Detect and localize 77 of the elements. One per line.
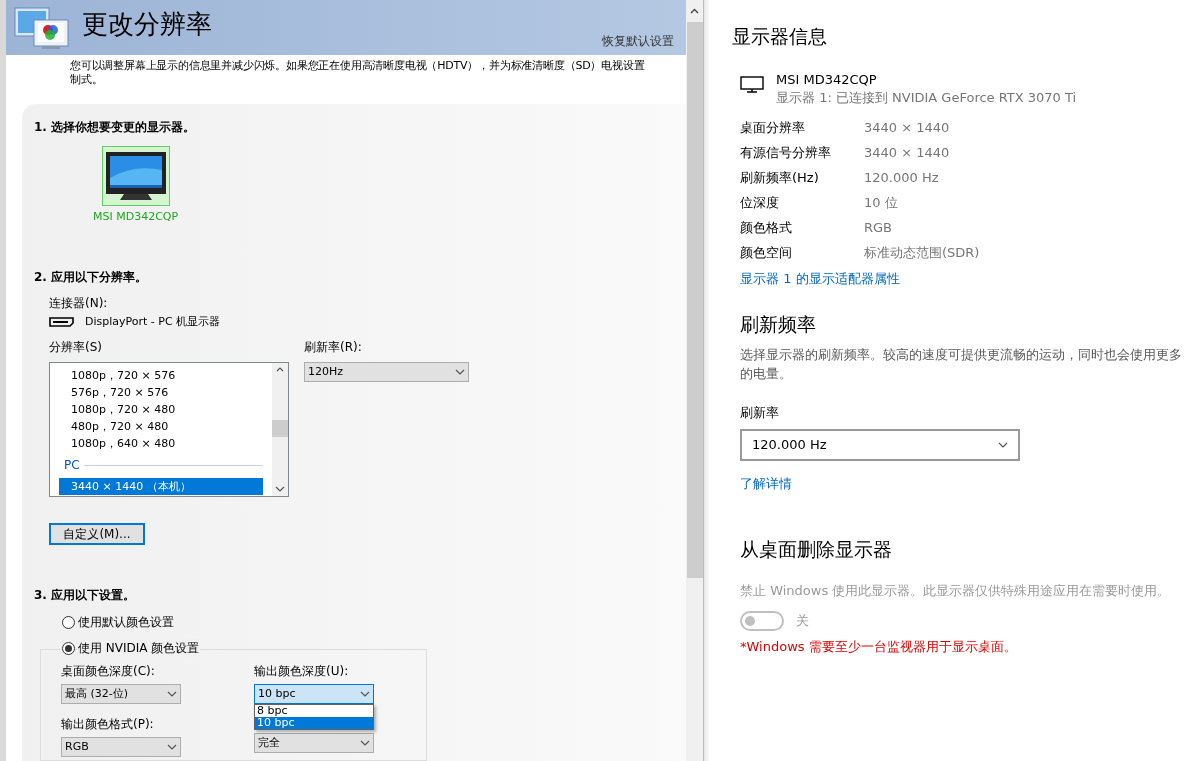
section-description: 禁止 Windows 使用此显示器。此显示器仅供特殊用途应用在需要时使用。 [740,582,1172,600]
scroll-up-icon [690,8,699,14]
resolution-option[interactable]: 1080p，720 × 480 [59,401,263,418]
section-description: 选择显示器的刷新频率。较高的速度可提供更流畅的运动，同时也会使用更多的电量。 [740,345,1183,383]
section-title: 从桌面删除显示器 [740,536,893,562]
dropdown[interactable]: RGB [61,737,181,757]
monitor-icon [740,75,764,93]
scroll-up-icon [276,367,284,372]
resolution-option[interactable]: 1080p，640 × 480 [59,435,263,452]
connector-name: DisplayPort - PC 机显示器 [85,313,221,330]
field-label: 桌面颜色深度(C): [61,663,156,680]
monitor-name: MSI MD342CQP [776,70,878,89]
resolution-option[interactable]: 1080p，720 × 576 [59,367,263,384]
property-label: 颜色格式 [740,218,793,237]
warning-text: *Windows 需要至少一台监视器用于显示桌面。 [740,637,1018,656]
group-header: PC [64,457,80,474]
page-title: 更改分辨率 [82,8,212,40]
dropdown[interactable]: 完全 [254,733,374,753]
dropdown[interactable]: 120Hz [304,362,469,382]
property-label: 颜色空间 [740,243,793,262]
displayport-icon [49,316,74,327]
display-tile[interactable] [101,146,170,206]
property-value: 10 位 [864,193,899,212]
refresh-rate-label: 刷新率 [740,403,780,422]
resolution-label: 分辨率(S) [49,339,103,356]
restore-defaults-link[interactable]: 恢复默认设置 [602,32,674,50]
dropdown-option[interactable]: 8 bpc [255,705,373,717]
section-title: 显示器信息 [732,24,828,49]
section-heading: 2. 应用以下分辨率。 [34,268,149,286]
radio-button[interactable] [62,615,75,629]
adapter-properties-link[interactable]: 显示器 1 的显示适配器属性 [740,268,1202,288]
chevron-down-icon [360,691,370,697]
radio-button[interactable] [62,641,75,655]
connector-label: 连接器(N): [49,294,109,312]
radio-label: 使用 NVIDIA 颜色设置 [77,639,201,657]
dropdown[interactable]: 10 bpc [254,684,374,704]
chevron-down-icon [998,442,1008,448]
monitor-color-icon [14,6,70,50]
chevron-down-icon [167,691,177,697]
description-text: 制式。 [70,73,103,87]
property-label: 桌面分辨率 [740,118,806,137]
toggle-label: 关 [796,611,809,630]
dropdown-option[interactable]: 10 bpc [255,717,373,729]
refresh-rate-label: 刷新率(R): [304,339,363,356]
chevron-down-icon [275,486,285,492]
chevron-down-icon [360,740,370,746]
resolution-option[interactable]: 576p，720 × 576 [59,384,263,401]
scrollbar[interactable] [272,363,288,496]
section-title: 刷新频率 [740,312,817,337]
toggle-switch[interactable] [740,610,784,631]
monitor-subtitle: 显示器 1: 已连接到 NVIDIA GeForce RTX 3070 Ti [776,88,1077,107]
display-label: MSI MD342CQP [93,209,179,225]
scroll-thumb[interactable] [272,420,288,437]
property-value: 3440 × 1440 [864,143,951,162]
learn-more-link[interactable]: 了解详情 [740,474,792,494]
property-value: RGB [864,218,894,237]
property-label: 刷新频率(Hz) [740,168,820,187]
field-label: 输出颜色格式(P): [61,716,155,733]
property-value: 标准动态范围(SDR) [864,243,981,262]
property-label: 位深度 [740,193,780,212]
chevron-down-icon [167,744,177,750]
section-heading: 1. 选择你想要变更的显示器。 [34,119,197,136]
field-label: 输出颜色深度(U): [254,663,350,680]
scrollbar[interactable] [686,0,704,761]
property-value: 3440 × 1440 [864,118,951,137]
description-text: 您可以调整屏幕上显示的信息里并减少闪烁。如果您正在使用高清晰度电视（HDTV），并为标准清晰度（SD）电视设置 [70,59,645,73]
scroll-thumb[interactable] [687,22,703,578]
resolution-option[interactable]: 480p，720 × 480 [59,418,263,435]
chevron-down-icon [455,369,465,375]
refresh-rate-dropdown[interactable]: 120.000 Hz [740,429,1020,461]
property-label: 有源信号分辨率 [740,143,832,162]
property-value: 120.000 Hz [864,168,940,187]
radio-label: 使用默认颜色设置 [77,614,175,631]
dropdown[interactable]: 最高 (32-位) [61,684,181,704]
resolution-option[interactable]: 3440 × 1440 （本机） [59,478,263,495]
section-heading: 3. 应用以下设置。 [34,587,137,604]
customize-button[interactable]: 自定义(M)... [49,523,145,545]
